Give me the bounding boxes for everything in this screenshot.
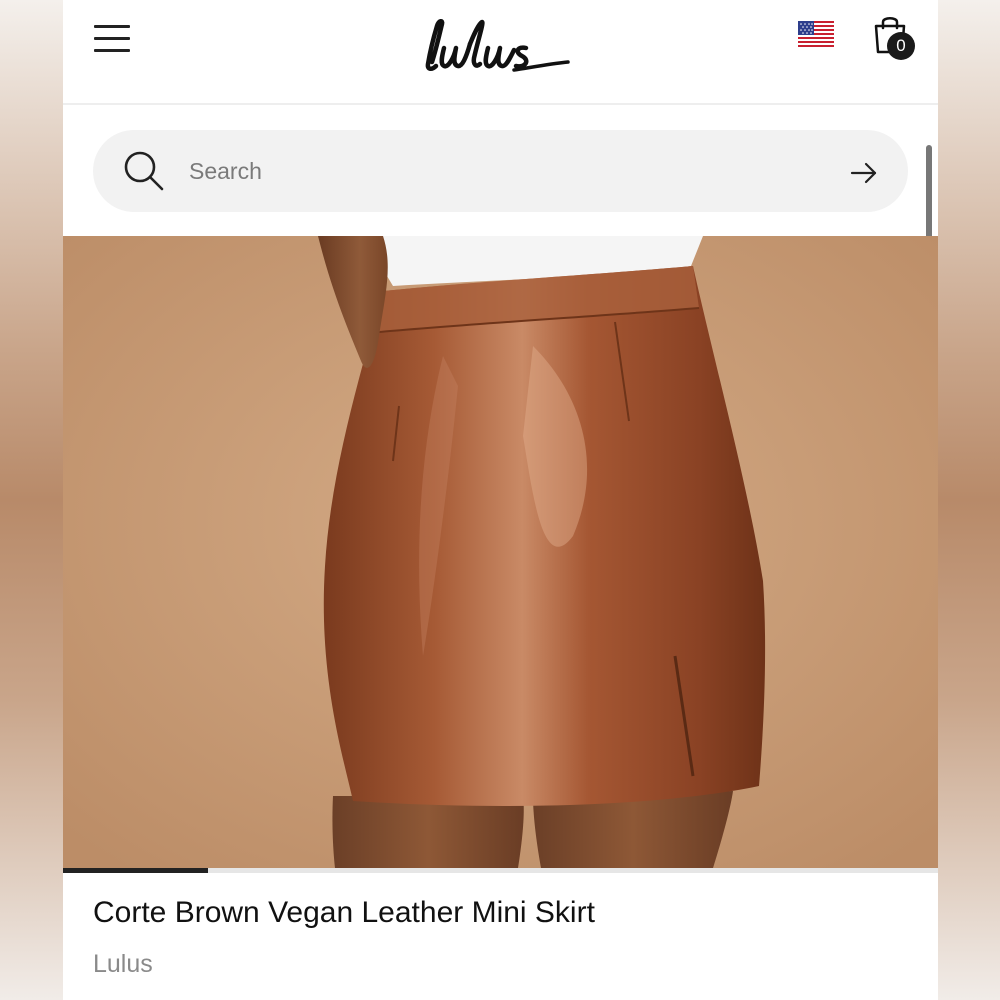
arrow-right-icon[interactable]	[849, 158, 879, 188]
shopping-bag-icon[interactable]: 0	[873, 14, 923, 64]
product-brand[interactable]: Lulus	[93, 950, 153, 979]
page: 0 Search Corte Brown Vegan Leather Mini …	[63, 0, 938, 1000]
skirt-photo	[63, 236, 938, 868]
search-bar[interactable]	[93, 130, 908, 212]
lulus-logo[interactable]	[418, 10, 578, 80]
us-flag-icon[interactable]	[798, 21, 834, 47]
product-image[interactable]	[63, 236, 938, 868]
product-title: Corte Brown Vegan Leather Mini Skirt	[93, 896, 595, 929]
carousel-progress-bar	[63, 868, 209, 873]
site-header: 0	[63, 0, 938, 105]
search-icon[interactable]	[123, 150, 165, 192]
hamburger-menu-icon[interactable]	[94, 25, 130, 53]
cart-count-badge: 0	[887, 32, 915, 60]
carousel-progress-track	[63, 868, 938, 873]
search-input[interactable]	[189, 148, 789, 194]
